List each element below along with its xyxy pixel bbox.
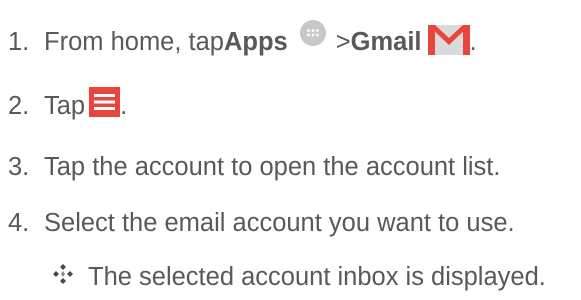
separator: > [335, 28, 351, 56]
gmail-icon [427, 25, 470, 55]
diamond-bullet-icon [52, 262, 74, 284]
step-end: . [469, 28, 477, 56]
menu-icon [89, 87, 121, 117]
step-text: From home, tap [44, 28, 224, 56]
result-text: The selected account inbox is displayed. [88, 263, 546, 291]
step-number: 1. [8, 28, 30, 56]
step-text: Select the email account you want to use… [44, 209, 515, 237]
step-text: Tap the account to open the account list… [44, 153, 501, 181]
step-1: 1. From home, tap Apps > Gmail . [0, 20, 477, 60]
step-number: 4. [8, 209, 30, 237]
apps-label: Apps [223, 28, 288, 56]
result-line: The selected account inbox is displayed. [52, 262, 546, 292]
step-end: . [120, 92, 128, 120]
gmail-label: Gmail [350, 28, 422, 56]
step-number: 2. [8, 92, 30, 120]
step-2: 2. Tap . [0, 87, 128, 121]
apps-grid-icon [299, 20, 326, 46]
step-3: 3. Tap the account to open the account l… [0, 152, 500, 182]
step-4: 4. Select the email account you want to … [0, 208, 515, 238]
step-text: Tap [44, 92, 86, 120]
step-number: 3. [8, 153, 30, 181]
